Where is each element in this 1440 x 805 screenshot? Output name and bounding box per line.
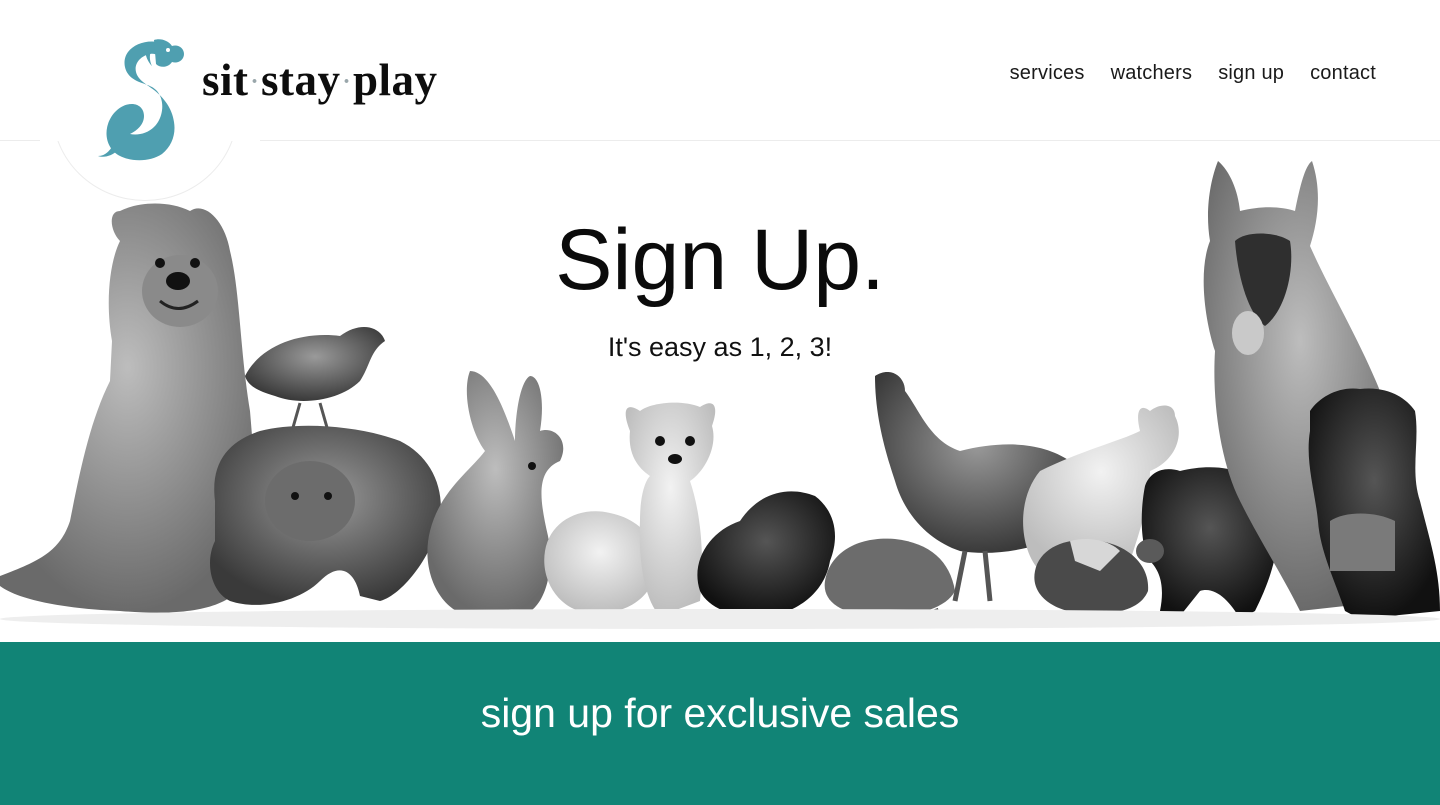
dog-s-logo-icon[interactable]	[98, 38, 190, 164]
brand-separator: ·	[250, 69, 260, 96]
exclusive-sales-banner[interactable]: sign up for exclusive sales	[0, 642, 1440, 805]
rabbit-figure	[427, 371, 564, 616]
brand-word-play: play	[353, 55, 438, 105]
brand-separator: ·	[342, 69, 352, 96]
brand-word-sit: sit	[202, 55, 249, 105]
white-silkie-chicken-figure	[544, 511, 656, 614]
nav-watchers-link[interactable]: watchers	[1111, 62, 1193, 85]
banner-text[interactable]: sign up for exclusive sales	[0, 690, 1440, 737]
tabby-cat-figure	[210, 425, 441, 605]
brand-word-stay: stay	[261, 55, 341, 105]
black-silkie-chicken-figure	[697, 491, 835, 617]
hero-title: Sign Up.	[555, 212, 885, 308]
main-nav: services watchers sign up contact	[1010, 62, 1376, 85]
hero-section: Sign Up. It's easy as 1, 2, 3!	[0, 141, 1440, 642]
nav-services-link[interactable]: services	[1010, 62, 1085, 85]
nav-sign-up-link[interactable]: sign up	[1218, 62, 1284, 85]
brand-wordmark[interactable]: sit·stay·play	[202, 54, 438, 106]
hero-subtitle: It's easy as 1, 2, 3!	[607, 332, 833, 362]
nav-contact-link[interactable]: contact	[1310, 62, 1376, 85]
